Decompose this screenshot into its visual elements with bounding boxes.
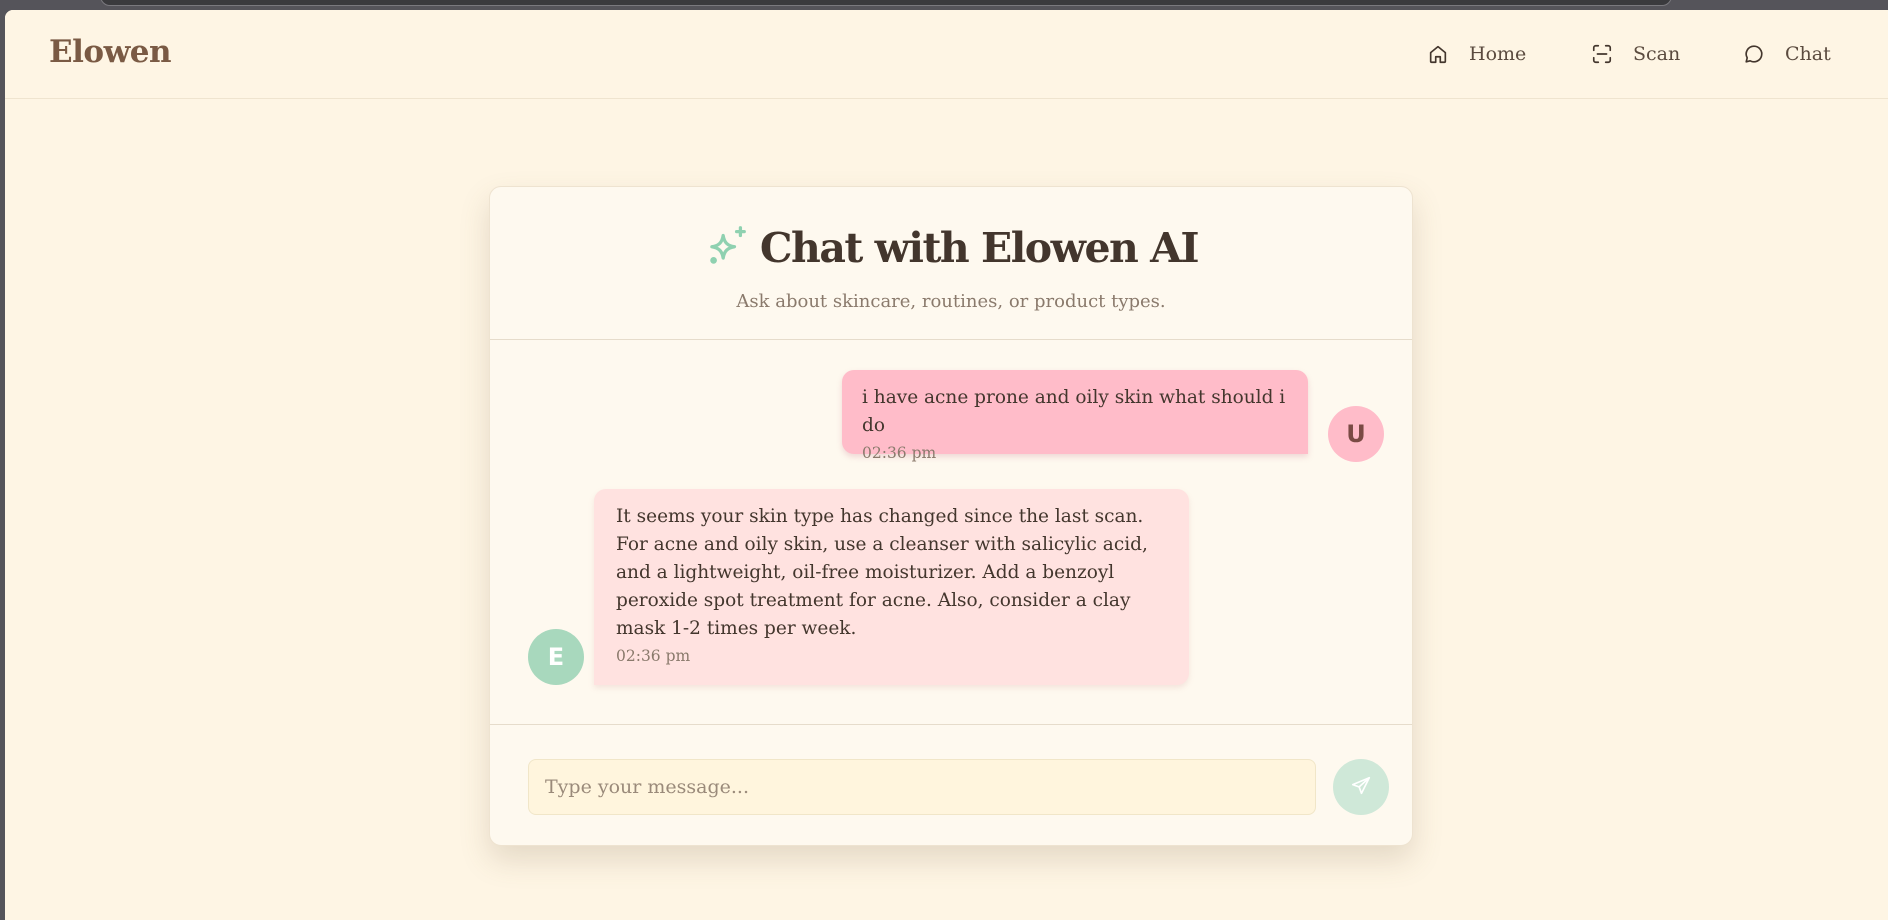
send-icon [1350,775,1372,800]
message-timestamp: 02:36 pm [616,647,691,665]
message-text: i have acne prone and oily skin what sho… [862,387,1286,436]
avatar-assistant: E [528,629,584,685]
nav-item-label: Scan [1633,43,1681,65]
message-bubble-user: i have acne prone and oily skin what sho… [842,370,1308,462]
page-title: Chat with Elowen AI [759,224,1200,272]
message-input[interactable] [528,759,1316,815]
chat-header: Chat with Elowen AI Ask about skincare, … [490,187,1412,340]
nav-item-label: Home [1469,43,1527,65]
message-bubble-assistant: It seems your skin type has changed sinc… [594,489,1189,685]
chat-bubble-icon [1743,43,1765,65]
browser-frame [0,0,1888,10]
brand-logo[interactable]: Elowen [49,34,172,70]
message-list[interactable]: i have acne prone and oily skin what sho… [490,340,1412,723]
avatar-user: U [1328,406,1384,462]
app-page: Elowen Home Scan Chat Chat with Elowen A… [5,10,1888,920]
home-icon [1427,43,1449,65]
sparkles-icon [704,223,750,273]
send-button[interactable] [1333,759,1389,815]
message-text: It seems your skin type has changed sinc… [616,506,1148,639]
message-timestamp: 02:36 pm [862,444,937,462]
page-subtitle: Ask about skincare, routines, or product… [736,291,1166,312]
nav-item-label: Chat [1785,43,1831,65]
nav-item-home[interactable]: Home [1427,40,1526,68]
nav-item-chat[interactable]: Chat [1743,40,1831,68]
browser-tab-bar [100,0,1672,6]
chat-title-row: Chat with Elowen AI [490,223,1412,273]
chat-card: Chat with Elowen AI Ask about skincare, … [489,186,1413,846]
top-navigation: Elowen Home Scan Chat [5,10,1888,99]
nav-item-scan[interactable]: Scan [1591,40,1680,68]
scan-icon [1591,43,1613,65]
message-composer [490,724,1412,845]
